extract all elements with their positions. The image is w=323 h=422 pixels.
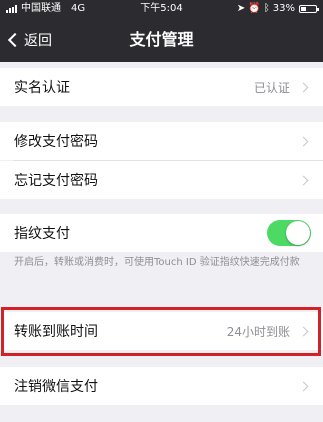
chevron-right-icon bbox=[298, 326, 309, 336]
fingerprint-note: 开启后，转账或消费时，可使用Touch ID 验证指纹快速完成付款 bbox=[14, 257, 300, 268]
change-password-cell[interactable]: 修改支付密码 bbox=[0, 122, 323, 160]
cancel-wechat-pay-label: 注销微信支付 bbox=[14, 379, 98, 395]
fingerprint-pay-label: 指纹支付 bbox=[14, 226, 70, 242]
toggle-knob bbox=[286, 221, 310, 245]
battery-percent: 33% bbox=[272, 3, 295, 14]
forgot-password-cell[interactable]: 忘记支付密码 bbox=[0, 161, 323, 199]
transfer-time-label: 转账到账时间 bbox=[14, 324, 98, 340]
status-bar: 中国联通 4G 下午5:04 ➤ ⏰ ᛒ 33% bbox=[0, 0, 323, 18]
real-name-label: 实名认证 bbox=[14, 80, 70, 96]
chevron-right-icon bbox=[298, 381, 309, 391]
top-bar: 中国联通 4G 下午5:04 ➤ ⏰ ᛒ 33% 返回 支付管理 bbox=[0, 0, 323, 62]
cancel-wechat-pay-cell[interactable]: 注销微信支付 bbox=[0, 367, 323, 405]
fingerprint-pay-cell: 指纹支付 bbox=[0, 214, 323, 252]
bluetooth-icon: ᛒ bbox=[263, 3, 270, 14]
page-title: 支付管理 bbox=[129, 30, 194, 49]
battery-icon bbox=[299, 5, 319, 13]
chevron-right-icon bbox=[298, 175, 309, 185]
location-icon: ➤ bbox=[236, 3, 246, 14]
nav-bar: 返回 支付管理 bbox=[0, 18, 323, 62]
chevron-right-icon bbox=[298, 136, 309, 146]
real-name-cell[interactable]: 实名认证 已认证 bbox=[0, 68, 323, 106]
transfer-time-value: 24小时到账 bbox=[226, 324, 290, 339]
alarm-icon: ⏰ bbox=[248, 3, 261, 14]
forgot-password-label: 忘记支付密码 bbox=[14, 173, 98, 189]
chevron-right-icon bbox=[298, 82, 309, 92]
change-password-label: 修改支付密码 bbox=[14, 134, 98, 150]
real-name-status: 已认证 bbox=[253, 80, 290, 95]
transfer-time-cell[interactable]: 转账到账时间 24小时到账 bbox=[0, 312, 323, 350]
fingerprint-toggle[interactable] bbox=[267, 220, 311, 246]
